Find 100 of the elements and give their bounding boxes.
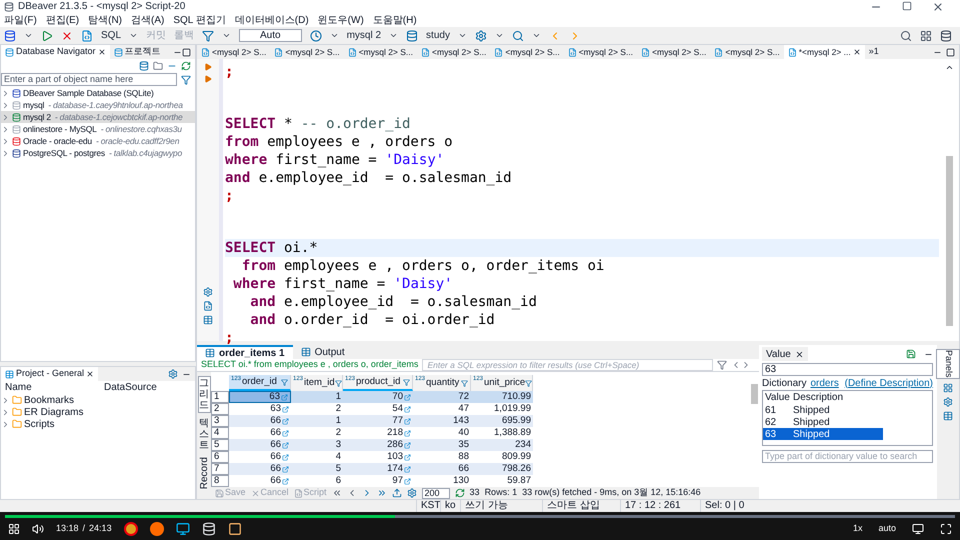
panel-tab[interactable]: 프로젝트 [124,45,161,59]
quality-selector[interactable]: auto [878,522,896,536]
table-icon[interactable] [943,410,953,421]
menu-item[interactable]: 탐색(N) [88,12,122,28]
dropdown-caret-icon[interactable] [494,31,504,40]
connection-selector[interactable]: mysql 2 [346,28,382,43]
table-row[interactable]: 1 63 1 70 72 710.99 [211,391,533,403]
editor-tab[interactable]: <mysql 2> S... [212,45,266,59]
editor-tab[interactable]: <mysql 2> S... [358,45,414,59]
menu-item[interactable]: 데이터베이스(D) [234,12,309,28]
dropdown-caret-icon[interactable] [24,31,33,40]
restore-icon[interactable] [902,0,912,10]
view-tab[interactable]: 그리드 [198,376,210,413]
fetch-size-field[interactable]: 200 [422,488,450,498]
database-icon[interactable] [406,30,418,42]
tree-item[interactable]: DBeaver Sample Database (SQLite) [1,87,195,99]
transaction-mode-field[interactable]: Auto [239,29,302,42]
dictionary-row[interactable]: 61 Shipped [763,404,883,416]
filter-field[interactable]: Enter a SQL expression to filter results (use Ctrl+Space) [422,359,713,371]
table-icon[interactable] [203,315,213,325]
search-icon[interactable] [512,30,524,42]
menu-item[interactable]: 도움말(H) [372,12,417,28]
editor-tab[interactable]: <mysql 2> S... [652,45,706,59]
dictionary-row[interactable]: 62 Shipped [763,416,883,428]
settings-icon[interactable] [474,30,487,42]
first-page-icon[interactable] [332,488,342,498]
refresh-icon[interactable] [454,488,465,498]
dictionary-link[interactable]: orders [810,376,839,390]
filter-icon[interactable] [281,378,288,386]
dropdown-caret-icon[interactable] [222,31,232,40]
settings-icon[interactable] [203,287,213,297]
menu-item[interactable]: 파일(F) [4,12,37,28]
filter-icon[interactable] [403,378,410,386]
table-row[interactable]: 3 66 1 77 143 695.99 [211,415,533,427]
settings-icon[interactable] [168,369,178,379]
close-icon[interactable] [86,370,94,378]
filter-icon[interactable] [717,360,727,370]
menu-item[interactable]: 검색(A) [131,12,164,28]
editor-tab[interactable]: <mysql 2> S... [505,45,560,59]
dictionary-search-field[interactable]: Type part of dictionary value to search [762,450,933,463]
dropdown-caret-icon[interactable] [389,31,398,40]
dropdown-caret-icon[interactable] [129,31,138,40]
editor-tab[interactable]: <mysql 2> S... [285,45,340,59]
value-field[interactable]: 63 [762,363,933,376]
filter-icon[interactable] [334,380,342,386]
table-row[interactable]: 5 66 3 286 35 234 [211,439,533,451]
tree-item[interactable]: mysql - database-1.caey9htnlouf.ap-northea [1,99,195,111]
table-row[interactable]: 4 66 2 218 40 1,388.89 [211,427,533,439]
volume-icon[interactable] [32,523,44,535]
progress-track[interactable] [5,515,955,518]
close-icon[interactable] [932,0,944,12]
editor-tab[interactable]: <mysql 2> S... [432,45,486,59]
scrollbar-thumb[interactable] [946,156,952,326]
settings-icon[interactable] [943,396,953,407]
dropdown-caret-icon[interactable] [330,31,339,40]
maximize-icon[interactable] [182,48,191,56]
settings-icon[interactable] [406,488,417,498]
table-row[interactable]: 2 63 2 54 47 1,019.99 [211,403,533,415]
view-tab[interactable]: 텍스트 [198,417,210,452]
tree-item[interactable]: Scripts [24,416,55,432]
search-field[interactable]: Enter a part of object name here [1,73,177,86]
tree-item[interactable]: Bookmarks [24,392,74,408]
define-description-link[interactable]: (Define Description) [844,376,933,390]
menu-item[interactable]: SQL 편집기 [173,12,226,28]
sql-editor-button[interactable]: SQL [101,28,122,43]
close-icon[interactable] [98,48,106,56]
panels-side-tab[interactable]: Panels [936,349,960,379]
search-icon[interactable] [900,30,912,42]
dictionary-row[interactable]: 63 Shipped [763,428,883,440]
view-tab[interactable]: Record [198,456,210,490]
save-icon[interactable] [906,349,916,359]
sql-script-icon[interactable] [81,30,93,42]
playback-speed[interactable]: 1x [852,522,862,536]
scrollbar-thumb[interactable] [750,384,758,404]
clock-icon[interactable] [310,30,322,42]
filter-icon[interactable] [461,380,468,386]
tree-item[interactable]: onlinestore - MySQL - onlinestore.cqhxas3u [1,123,195,135]
folder-icon[interactable] [153,61,163,71]
table-row[interactable]: 8 66 6 97 130 59.87 [211,475,533,487]
dropdown-caret-icon[interactable] [458,31,467,40]
tree-item[interactable]: PostgreSQL - postgres - talklab.c4ujagwypo [1,147,195,159]
maximize-icon[interactable] [946,48,955,56]
menu-item[interactable]: 윈도우(W) [318,12,364,28]
editor-tab[interactable]: <mysql 2> S... [725,45,780,59]
table-row[interactable]: 7 66 5 174 66 798.26 [211,463,533,475]
menu-item[interactable]: 편집(E) [46,12,80,28]
collapse-caret-icon[interactable] [944,63,954,72]
tree-item[interactable]: mysql 2 - database-1.cejowcbtckif.ap-northe [1,111,195,123]
close-icon[interactable] [852,48,861,56]
grid-icon[interactable] [943,382,953,393]
table-row[interactable]: 6 66 4 103 88 809.99 [211,451,533,463]
last-page-icon[interactable] [376,488,387,498]
schema-selector[interactable]: study [426,28,450,43]
close-icon[interactable] [794,350,804,358]
filter-icon[interactable] [525,380,532,386]
panel-tab[interactable]: Database Navigator [16,45,96,59]
tree-item[interactable]: ER Diagrams [24,404,84,420]
dropdown-caret-icon[interactable] [532,31,541,40]
filter-icon[interactable] [181,74,191,84]
results-tab[interactable]: Output [314,344,345,360]
